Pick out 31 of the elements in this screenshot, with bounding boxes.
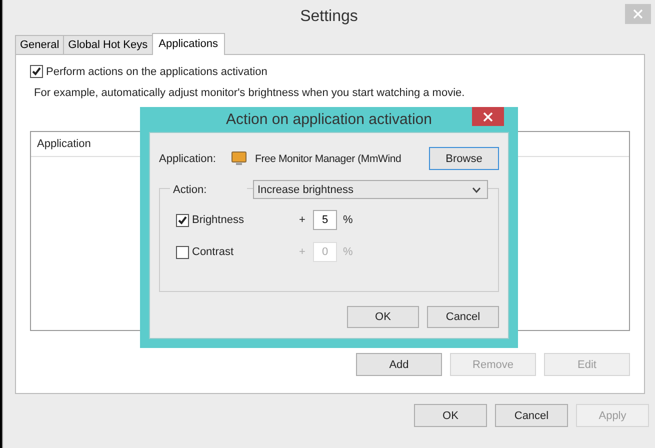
tab[interactable]: Applications <box>152 33 225 55</box>
checkbox[interactable] <box>176 214 189 226</box>
action-dropdown[interactable]: Increase brightness <box>253 180 488 199</box>
dialog-button[interactable]: OK <box>347 306 419 328</box>
list-button[interactable]: Add <box>356 353 442 376</box>
dialog-button[interactable]: Cancel <box>495 404 568 427</box>
number-field[interactable]: 5 <box>313 210 337 230</box>
field-label: Application: <box>159 152 217 164</box>
close-icon <box>483 112 493 122</box>
tab[interactable]: General <box>15 35 64 54</box>
checkbox-label: Contrast <box>192 246 235 258</box>
dialog-title: Action on application activation <box>226 111 432 128</box>
tab[interactable]: Global Hot Keys <box>63 35 153 54</box>
dialog-button[interactable]: Cancel <box>427 306 499 328</box>
application-name: Free Monitor Manager (MmWind <box>255 152 402 164</box>
checkbox-label: Brightness <box>192 214 245 226</box>
window-title: Settings <box>300 8 358 26</box>
dialog-button[interactable]: OK <box>414 404 487 427</box>
plus-sign: + <box>299 246 306 258</box>
close-button[interactable] <box>472 107 504 126</box>
chevron-down-icon <box>472 186 481 192</box>
close-icon <box>633 9 643 19</box>
unit-label: % <box>343 214 353 226</box>
checkbox-label: Perform actions on the applications activation <box>46 66 268 78</box>
hint-text: For example, automatically adjust monitor's brightness when you start watching a movie. <box>34 87 466 99</box>
unit-label: % <box>343 246 353 258</box>
monitor-icon <box>231 151 247 166</box>
browse-button[interactable]: Browse <box>429 147 499 170</box>
checkbox[interactable] <box>30 65 43 78</box>
plus-sign: + <box>299 214 306 226</box>
field-label: Action: <box>170 184 248 196</box>
